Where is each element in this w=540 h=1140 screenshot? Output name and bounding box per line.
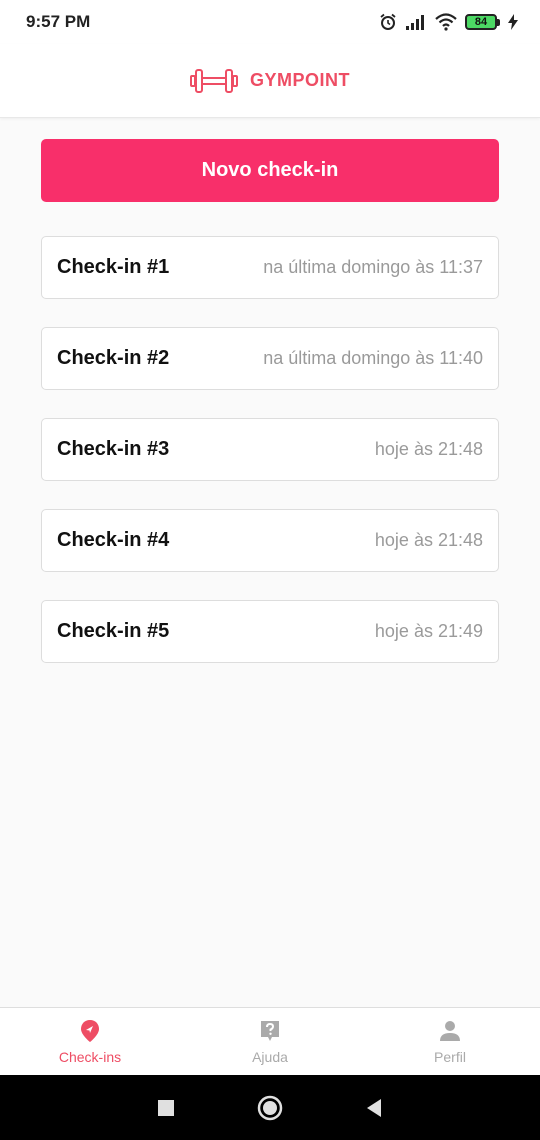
new-checkin-button[interactable]: Novo check-in [41,139,499,202]
checkin-time: na última domingo às 11:40 [263,348,483,368]
checkin-list: Check-in #1 na última domingo às 11:37 C… [41,236,499,691]
battery-level: 84 [474,16,488,28]
help-question-icon [261,1020,279,1041]
person-icon [440,1020,460,1041]
checkin-time: hoje às 21:48 [374,530,483,550]
checkin-title: Check-in #1 [57,256,170,278]
cellular-signal-icon [406,15,424,30]
tab-checkins[interactable]: Check-ins [0,1008,180,1075]
square-recents-icon[interactable] [157,1099,175,1117]
tab-label: Ajuda [252,1048,288,1065]
checkin-title: Check-in #4 [57,529,170,551]
list-item[interactable]: Check-in #4 hoje às 21:48 [41,509,499,572]
status-time: 9:57 PM [26,12,91,31]
checkin-time: hoje às 21:49 [374,621,483,641]
checkin-title: Check-in #2 [57,347,170,369]
alarm-icon [380,13,396,30]
location-pin-icon [81,1019,99,1042]
tab-label: Check-ins [58,1048,122,1065]
list-item[interactable]: Check-in #1 na última domingo às 11:37 [41,236,499,299]
wifi-icon [435,13,457,31]
system-nav-bar [0,1075,540,1140]
brand-name: GYMPOINT [249,70,350,90]
checkin-time: hoje às 21:48 [374,439,483,459]
checkin-title: Check-in #3 [57,438,170,460]
list-item[interactable]: Check-in #3 hoje às 21:48 [41,418,499,481]
triangle-back-icon[interactable] [365,1098,383,1118]
tab-perfil[interactable]: Perfil [360,1008,540,1075]
app-header: GYMPOINT [0,44,540,118]
tab-bar: Check-ins Ajuda Perfil [0,1007,540,1075]
dumbbell-icon [189,68,238,93]
list-item[interactable]: Check-in #2 na última domingo às 11:40 [41,327,499,390]
checkin-title: Check-in #5 [57,620,170,642]
status-bar: 9:57 PM 84 [0,0,540,44]
tab-label: Perfil [434,1048,466,1065]
circle-home-icon[interactable] [257,1095,283,1121]
status-icons: 84 [379,13,518,31]
list-item[interactable]: Check-in #5 hoje às 21:49 [41,600,499,663]
checkin-time: na última domingo às 11:37 [263,257,483,277]
battery-icon: 84 [465,14,500,30]
tab-ajuda[interactable]: Ajuda [180,1008,360,1075]
charging-bolt-icon [508,14,518,30]
